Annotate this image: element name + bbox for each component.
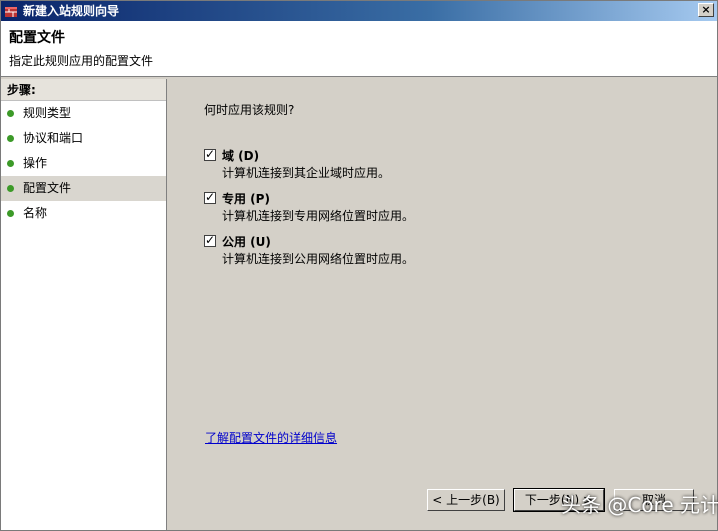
- sidebar-item-label: 协议和端口: [23, 131, 84, 145]
- question-label: 何时应用该规则?: [204, 103, 295, 117]
- wizard-window: 新建入站规则向导 × 配置文件 指定此规则应用的配置文件 步骤: 规则类型 协议…: [0, 0, 718, 531]
- window-title: 新建入站规则向导: [23, 4, 120, 18]
- option-label: 公用 (U): [222, 235, 271, 249]
- close-button[interactable]: ×: [698, 3, 714, 17]
- checkmark-icon: ✓: [205, 233, 216, 247]
- sidebar-item-label: 名称: [23, 206, 48, 220]
- page-header: 配置文件 指定此规则应用的配置文件: [1, 21, 717, 77]
- page-title: 配置文件: [9, 30, 65, 46]
- checkmark-icon: ✓: [205, 190, 216, 204]
- step-bullet-icon: [7, 110, 14, 117]
- step-bullet-icon: [7, 160, 14, 167]
- page-subtitle: 指定此规则应用的配置文件: [9, 54, 154, 68]
- private-checkbox[interactable]: ✓: [204, 190, 216, 204]
- back-button[interactable]: < 上一步(B): [427, 489, 505, 511]
- option-description: 计算机连接到公用网络位置时应用。: [222, 252, 415, 266]
- step-bullet-icon: [7, 135, 14, 142]
- step-bullet-icon: [7, 185, 14, 192]
- option-description: 计算机连接到其企业域时应用。: [222, 166, 391, 180]
- option-label: 专用 (P): [222, 192, 270, 206]
- option-description: 计算机连接到专用网络位置时应用。: [222, 209, 415, 223]
- step-bullet-icon: [7, 210, 14, 217]
- steps-heading: 步骤:: [1, 79, 166, 101]
- sidebar-item-name[interactable]: 名称: [1, 201, 166, 226]
- watermark: 头条 @Core 元计算: [561, 493, 718, 517]
- steps-sidebar: 步骤: 规则类型 协议和端口 操作 配置文件 名称: [1, 79, 167, 530]
- domain-checkbox[interactable]: ✓: [204, 147, 216, 161]
- sidebar-item-action[interactable]: 操作: [1, 151, 166, 176]
- profile-help-link[interactable]: 了解配置文件的详细信息: [205, 429, 337, 446]
- public-checkbox[interactable]: ✓: [204, 233, 216, 247]
- sidebar-item-protocol-ports[interactable]: 协议和端口: [1, 126, 166, 151]
- checkmark-icon: ✓: [205, 147, 216, 161]
- sidebar-item-profile[interactable]: 配置文件: [1, 176, 166, 201]
- firewall-icon: [5, 7, 17, 17]
- option-label: 域 (D): [222, 149, 260, 163]
- sidebar-item-label: 操作: [23, 156, 48, 170]
- sidebar-item-label: 规则类型: [23, 106, 72, 120]
- sidebar-item-rule-type[interactable]: 规则类型: [1, 101, 166, 126]
- title-bar: 新建入站规则向导 ×: [1, 1, 717, 21]
- sidebar-item-label: 配置文件: [23, 181, 72, 195]
- main-panel: 何时应用该规则? ✓ 域 (D) 计算机连接到其企业域时应用。 ✓ 专用 (P)…: [168, 79, 717, 530]
